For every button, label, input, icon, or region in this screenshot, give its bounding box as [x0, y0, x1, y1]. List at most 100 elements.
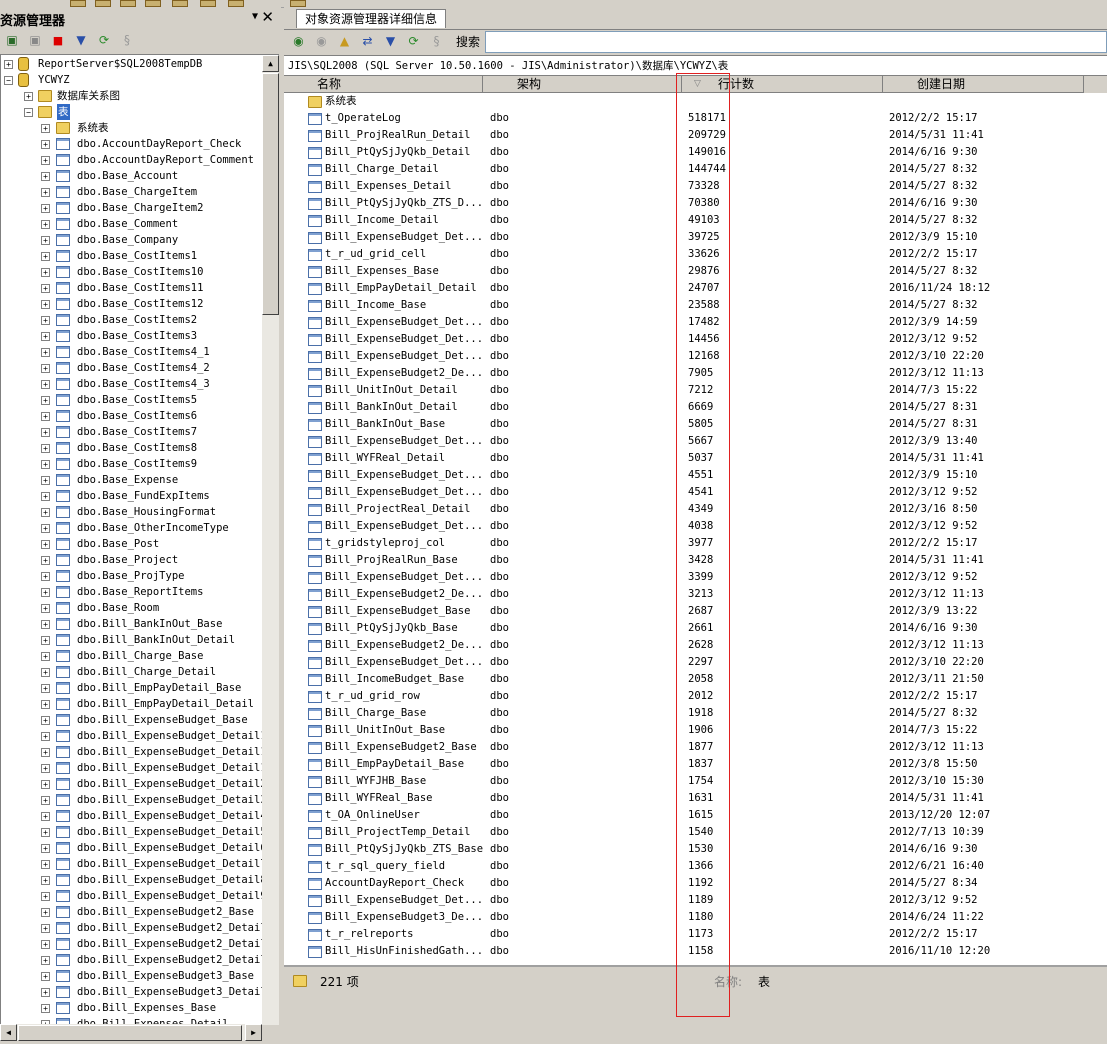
toolbar-icon[interactable] [200, 0, 216, 7]
expand-icon[interactable]: + [41, 508, 50, 517]
tree-node[interactable]: + dbo.Base_CostItems8 [1, 440, 263, 456]
table-row[interactable]: Bill_ExpenseBudget2_Base dbo 1877 2012/3/12… [284, 739, 1107, 756]
expand-icon[interactable]: + [41, 396, 50, 405]
tree-node[interactable]: + dbo.Bill_Charge_Base [1, 648, 263, 664]
toolbar-icon[interactable] [228, 0, 244, 7]
tree-node[interactable]: + dbo.Base_CostItems4_2 [1, 360, 263, 376]
expand-icon[interactable]: + [41, 876, 50, 885]
connect-icon[interactable]: ▣ [3, 32, 21, 49]
sync-icon[interactable]: § [118, 32, 136, 49]
forward-icon[interactable]: ◉ [313, 33, 330, 50]
column-header-name[interactable]: 名称 [284, 76, 483, 93]
table-row[interactable]: Bill_ExpenseBudget2_De... dbo 7905 2012/3/1… [284, 365, 1107, 382]
tree-node[interactable]: + dbo.Bill_EmpPayDetail_Detail [1, 696, 263, 712]
expand-icon[interactable]: + [41, 716, 50, 725]
table-row[interactable]: Bill_WYFJHB_Base dbo 1754 2012/3/10 15:30 [284, 773, 1107, 790]
expand-icon[interactable]: + [41, 188, 50, 197]
tree-node[interactable]: + dbo.Bill_ExpenseBudget_Detail7 [1, 856, 263, 872]
table-row[interactable]: Bill_BankInOut_Base dbo 5805 2014/5/27 8:31 [284, 416, 1107, 433]
tree-node[interactable]: + dbo.Base_Company [1, 232, 263, 248]
tree-node[interactable]: + dbo.Base_CostItems1 [1, 248, 263, 264]
table-row[interactable]: Bill_PtQySjJyQkb_Detail dbo 149016 2014/6/1… [284, 144, 1107, 161]
expand-icon[interactable]: + [41, 684, 50, 693]
tree-node[interactable]: + dbo.Base_Expense [1, 472, 263, 488]
toolbar-icon[interactable] [172, 0, 188, 7]
scroll-thumb[interactable] [18, 1025, 242, 1041]
expand-icon[interactable]: + [41, 348, 50, 357]
table-row[interactable]: Bill_PtQySjJyQkb_Base dbo 2661 2014/6/16 9:… [284, 620, 1107, 637]
column-header-create-date[interactable]: 创建日期 [883, 76, 1084, 93]
tree-node[interactable]: + dbo.Base_Account [1, 168, 263, 184]
table-row[interactable]: Bill_ExpenseBudget_Det... dbo 5667 2012/3/9… [284, 433, 1107, 450]
tree-node[interactable]: − 表 [1, 104, 263, 120]
expand-icon[interactable]: + [41, 972, 50, 981]
expand-icon[interactable]: + [41, 444, 50, 453]
filter-icon[interactable]: ▼ [382, 33, 399, 50]
table-row[interactable]: Bill_ProjectTemp_Detail dbo 1540 2012/7/13 … [284, 824, 1107, 841]
table-row[interactable]: Bill_ExpenseBudget3_De... dbo 1180 2014/6/2… [284, 909, 1107, 926]
tree-node[interactable]: + dbo.Base_CostItems11 [1, 280, 263, 296]
expand-icon[interactable]: + [41, 652, 50, 661]
expand-icon[interactable]: + [41, 172, 50, 181]
table-row[interactable]: Bill_ExpenseBudget_Det... dbo 17482 2012/3/… [284, 314, 1107, 331]
table-row[interactable]: Bill_ProjRealRun_Base dbo 3428 2014/5/31 11… [284, 552, 1107, 569]
sync-icon[interactable]: ⇄ [359, 33, 376, 50]
tree-node[interactable]: + dbo.Base_ChargeItem2 [1, 200, 263, 216]
table-row[interactable]: Bill_UnitInOut_Base dbo 1906 2014/7/3 15:22 [284, 722, 1107, 739]
table-row[interactable]: Bill_Charge_Base dbo 1918 2014/5/27 8:32 [284, 705, 1107, 722]
table-row[interactable]: Bill_EmpPayDetail_Base dbo 1837 2012/3/8 15… [284, 756, 1107, 773]
expand-icon[interactable]: + [41, 844, 50, 853]
tree-node[interactable]: + dbo.Bill_ExpenseBudget_Detail1 [1, 728, 263, 744]
table-row[interactable]: Bill_ExpenseBudget_Det... dbo 4038 2012/3/1… [284, 518, 1107, 535]
table-row[interactable]: Bill_BankInOut_Detail dbo 6669 2014/5/27 8:… [284, 399, 1107, 416]
tree-node[interactable]: + dbo.Bill_ExpenseBudget2_Detail2 [1, 936, 263, 952]
expand-icon[interactable]: + [41, 956, 50, 965]
tree-node[interactable]: + dbo.Base_FundExpItems [1, 488, 263, 504]
expand-icon[interactable]: + [41, 204, 50, 213]
expand-icon[interactable]: + [41, 620, 50, 629]
back-icon[interactable]: ◉ [290, 33, 307, 50]
table-row[interactable]: Bill_ProjRealRun_Detail dbo 209729 2014/5/3… [284, 127, 1107, 144]
table-row[interactable]: Bill_WYFReal_Base dbo 1631 2014/5/31 11:41 [284, 790, 1107, 807]
up-folder-icon[interactable]: ▲ [336, 33, 353, 50]
expand-icon[interactable]: + [41, 940, 50, 949]
tree-node[interactable]: + dbo.Base_CostItems7 [1, 424, 263, 440]
tree-node[interactable]: + dbo.Base_CostItems6 [1, 408, 263, 424]
tree-node[interactable]: + ReportServer$SQL2008TempDB [1, 56, 263, 72]
expand-icon[interactable]: + [41, 572, 50, 581]
tree-node[interactable]: + 系统表 [1, 120, 263, 136]
expand-icon[interactable]: + [41, 364, 50, 373]
refresh-icon[interactable]: ⟳ [95, 32, 113, 49]
expand-icon[interactable]: + [41, 380, 50, 389]
tree-vertical-scrollbar[interactable]: ▲ [262, 54, 279, 1025]
expand-icon[interactable]: + [41, 476, 50, 485]
table-row[interactable]: Bill_UnitInOut_Detail dbo 7212 2014/7/3 15:… [284, 382, 1107, 399]
expand-icon[interactable]: + [41, 300, 50, 309]
tree-node[interactable]: + dbo.Bill_ExpenseBudget2_Detail1 [1, 920, 263, 936]
expand-icon[interactable]: + [41, 636, 50, 645]
expand-icon[interactable]: + [41, 764, 50, 773]
tree-node[interactable]: + 数据库关系图 [1, 88, 263, 104]
expand-icon[interactable]: + [41, 604, 50, 613]
expand-icon[interactable]: + [41, 140, 50, 149]
expand-icon[interactable]: + [41, 780, 50, 789]
expand-icon[interactable]: + [41, 748, 50, 757]
scroll-left-icon[interactable]: ◀ [0, 1024, 17, 1041]
expand-icon[interactable]: + [41, 252, 50, 261]
tree-node[interactable]: + dbo.Bill_ExpenseBudget_Detail9 [1, 888, 263, 904]
tree-node[interactable]: + dbo.Bill_ExpenseBudget_Detail6 [1, 840, 263, 856]
tree-node[interactable]: + dbo.Base_ProjType [1, 568, 263, 584]
toolbar-icon[interactable] [290, 0, 306, 7]
table-row[interactable]: Bill_ExpenseBudget_Det... dbo 14456 2012/3/… [284, 331, 1107, 348]
list-item-folder[interactable]: 系统表 [284, 93, 1107, 110]
expand-icon[interactable]: + [41, 732, 50, 741]
column-header-schema[interactable]: 架构 [483, 76, 682, 93]
search-input[interactable] [485, 31, 1107, 53]
expand-icon[interactable]: + [41, 412, 50, 421]
table-row[interactable]: Bill_ExpenseBudget_Det... dbo 39725 2012/3/… [284, 229, 1107, 246]
tree-node[interactable]: + dbo.Bill_ExpenseBudget_Detail8 [1, 872, 263, 888]
table-row[interactable]: t_OperateLog dbo 518171 2012/2/2 15:17 [284, 110, 1107, 127]
tree-node[interactable]: + dbo.Base_CostItems12 [1, 296, 263, 312]
tree-node[interactable]: + dbo.Base_ReportItems [1, 584, 263, 600]
table-row[interactable]: t_gridstyleproj_col dbo 3977 2012/2/2 15:17 [284, 535, 1107, 552]
